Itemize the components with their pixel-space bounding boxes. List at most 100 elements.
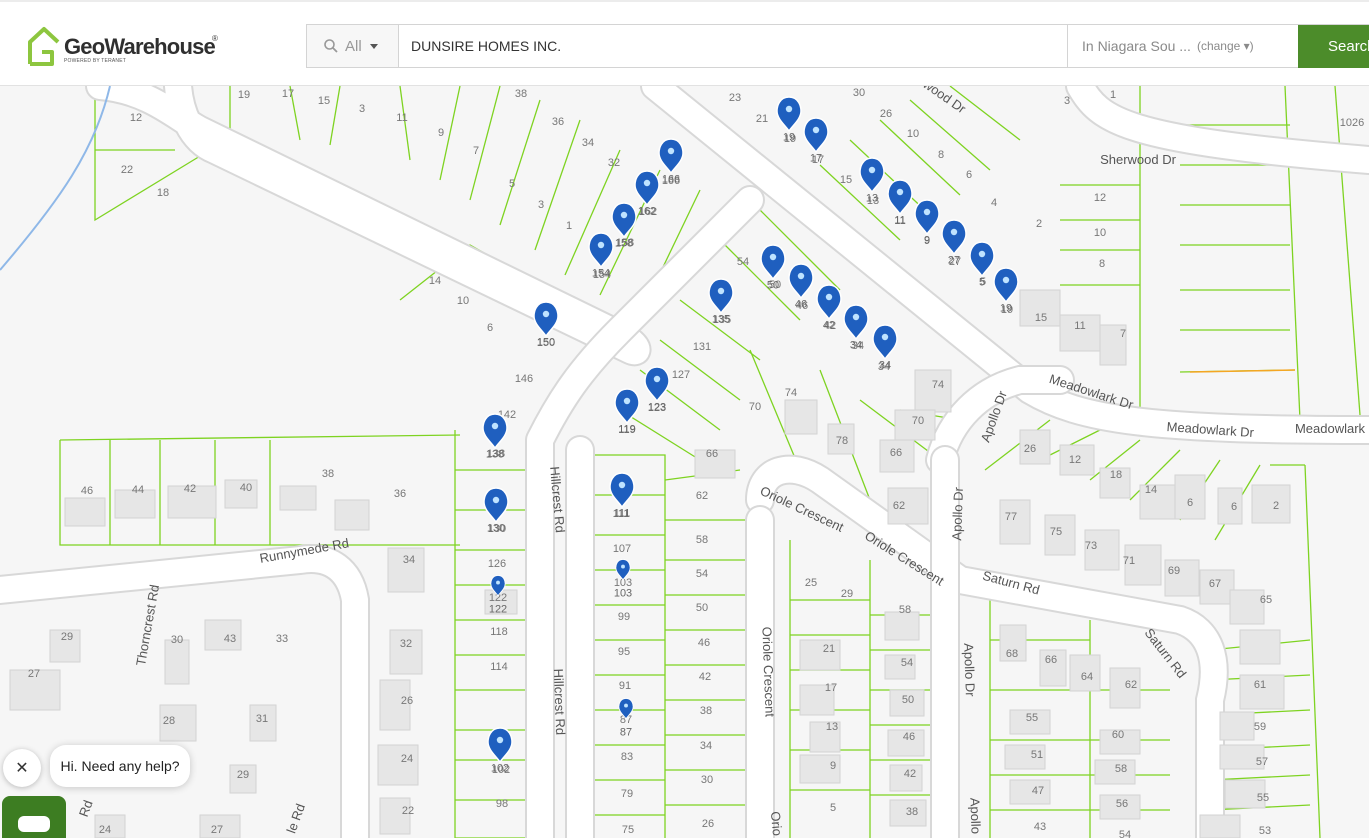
map-marker-icon[interactable]: 166 bbox=[658, 138, 684, 186]
map-marker-icon[interactable]: 27 bbox=[941, 219, 967, 267]
lot-number-label: 78 bbox=[836, 435, 848, 447]
chat-icon[interactable] bbox=[2, 796, 66, 838]
marker-lot-label: 42 bbox=[823, 320, 835, 332]
marker-lot-label: 130 bbox=[487, 523, 505, 535]
lot-number-label: 51 bbox=[1031, 749, 1043, 761]
marker-lot-label: 166 bbox=[662, 174, 680, 186]
lot-number-label: 68 bbox=[1006, 648, 1018, 660]
parcel-map[interactable]: Sherwood Drwood DrMeadowlark DrMeadowlar… bbox=[0, 86, 1369, 838]
search-scope-label: All bbox=[345, 37, 362, 55]
lot-number-label: 57 bbox=[1256, 756, 1268, 768]
map-marker-icon[interactable]: 13 bbox=[859, 157, 885, 205]
lot-number-label: 42 bbox=[904, 768, 916, 780]
marker-lot-label: 34 bbox=[879, 360, 891, 372]
chat-greeting[interactable]: Hi. Need any help? bbox=[50, 745, 190, 787]
lot-number-label: 36 bbox=[394, 488, 406, 500]
lot-number-label: 7 bbox=[1120, 328, 1126, 340]
map-marker-icon[interactable]: 150 bbox=[533, 301, 559, 349]
lot-number-label: 30 bbox=[853, 87, 865, 99]
map-marker-icon[interactable]: 154 bbox=[588, 232, 614, 280]
street-label: le Rd bbox=[284, 802, 308, 836]
marker-lot-label: 102 bbox=[491, 763, 509, 775]
chevron-down-icon bbox=[369, 43, 378, 49]
lot-number-label: 12 bbox=[1094, 192, 1106, 204]
region-label: In Niagara Sou ... bbox=[1082, 38, 1191, 54]
lot-number-label: 31 bbox=[256, 713, 268, 725]
lot-number-label: 34 bbox=[403, 554, 415, 566]
street-labels: Sherwood Drwood DrMeadowlark DrMeadowlar… bbox=[17, 86, 1366, 836]
map-marker-icon[interactable]: 102 bbox=[487, 727, 513, 775]
lot-number-label: 6 bbox=[487, 322, 493, 334]
map-marker-icon[interactable]: 5 bbox=[969, 241, 995, 289]
lot-number-label: 44 bbox=[132, 484, 144, 496]
map-marker-icon[interactable]: 119 bbox=[614, 388, 640, 436]
map-marker-icon[interactable]: 130 bbox=[483, 487, 509, 535]
lot-number-label: 62 bbox=[696, 490, 708, 502]
street-label: Thorncrest Rd bbox=[133, 583, 162, 667]
lot-number-label: 58 bbox=[1115, 763, 1127, 775]
map-marker-icon[interactable]: 17 bbox=[803, 117, 829, 165]
lot-number-label: 38 bbox=[515, 88, 527, 100]
lot-number-label: 70 bbox=[749, 401, 761, 413]
lot-number-label: 69 bbox=[1168, 565, 1180, 577]
lot-number-label: 50 bbox=[902, 694, 914, 706]
street-label: Orio bbox=[768, 811, 785, 837]
lot-number-label: 21 bbox=[823, 643, 835, 655]
search-scope-dropdown[interactable]: All bbox=[307, 25, 399, 67]
map-marker-icon[interactable]: 42 bbox=[816, 284, 842, 332]
lot-number-label: 38 bbox=[906, 806, 918, 818]
lot-number-label: 25 bbox=[805, 577, 817, 589]
map-marker-icon[interactable]: 19 bbox=[993, 267, 1019, 315]
lot-number-label: 1 bbox=[1110, 89, 1116, 101]
map-marker-icon[interactable]: 46 bbox=[788, 263, 814, 311]
map-marker-icon[interactable]: 9 bbox=[914, 199, 940, 247]
lot-number-label: 3 bbox=[359, 103, 365, 115]
search-bar: All In Niagara Sou ... (change ▾) Search bbox=[306, 24, 1369, 68]
lot-number-label: 8 bbox=[938, 149, 944, 161]
marker-lot-label: 150 bbox=[537, 337, 555, 349]
lot-number-label: 38 bbox=[700, 705, 712, 717]
lot-number-label: 28 bbox=[163, 715, 175, 727]
lot-number-label: 3 bbox=[538, 199, 544, 211]
map-marker-icon[interactable]: 111 bbox=[609, 472, 635, 520]
lot-number-label: 9 bbox=[438, 127, 444, 139]
map-marker-icon[interactable]: 34 bbox=[843, 304, 869, 352]
close-icon[interactable]: ✕ bbox=[3, 749, 41, 787]
map-marker-icon[interactable]: 19 bbox=[776, 96, 802, 144]
marker-lot-label: 50 bbox=[767, 280, 779, 292]
lot-number-label: 23 bbox=[729, 92, 741, 104]
lot-number-label: 54 bbox=[1119, 829, 1131, 838]
lot-number-label: 30 bbox=[171, 634, 183, 646]
marker-lot-label: 119 bbox=[618, 424, 635, 436]
lot-number-label: 43 bbox=[1034, 821, 1046, 833]
lot-number-label: 99 bbox=[618, 611, 630, 623]
lot-number-label: 67 bbox=[1209, 578, 1221, 590]
logo-subtitle: POWERED BY TERANET bbox=[64, 58, 127, 64]
map-marker-icon[interactable]: 158 bbox=[611, 202, 637, 250]
lot-number-label: 14 bbox=[1145, 484, 1157, 496]
lot-number-label: 11 bbox=[1074, 320, 1085, 332]
lot-number-label: 11 bbox=[396, 112, 407, 124]
region-selector[interactable]: In Niagara Sou ... (change ▾) bbox=[1067, 25, 1298, 67]
search-button[interactable]: Search bbox=[1298, 25, 1369, 68]
lot-number-label: 50 bbox=[696, 602, 708, 614]
map-marker-icon[interactable]: 135 bbox=[708, 278, 734, 326]
map-marker-icon[interactable]: 162 bbox=[634, 170, 660, 218]
marker-lot-label: 9 bbox=[924, 235, 930, 247]
lot-number-label: 6 bbox=[1187, 497, 1193, 509]
change-region-link[interactable]: (change ▾) bbox=[1197, 39, 1254, 53]
geowarehouse-logo[interactable]: GeoWarehouse ® POWERED BY TERANET bbox=[28, 26, 218, 66]
map-marker-icon[interactable]: 138 bbox=[482, 413, 508, 461]
map-marker-icon[interactable]: 123 bbox=[644, 366, 670, 414]
lot-number-label: 1026 bbox=[1340, 117, 1364, 129]
lot-number-label: 2 bbox=[1273, 500, 1279, 512]
map-marker-icon[interactable]: 11 bbox=[887, 179, 913, 227]
marker-lot-label: 122 bbox=[489, 604, 507, 616]
search-input[interactable] bbox=[399, 25, 1067, 67]
map-marker-icon[interactable]: 34 bbox=[872, 324, 898, 372]
lot-number-label: 26 bbox=[401, 695, 413, 707]
marker-lot-label: 27 bbox=[948, 255, 960, 267]
street-label: Oriole Crescent bbox=[759, 626, 777, 717]
map-canvas[interactable]: Sherwood Dr wood Dr Meadowlark Dr Meadowlar… bbox=[0, 86, 1369, 838]
marker-lot-label: 34 bbox=[850, 340, 862, 352]
